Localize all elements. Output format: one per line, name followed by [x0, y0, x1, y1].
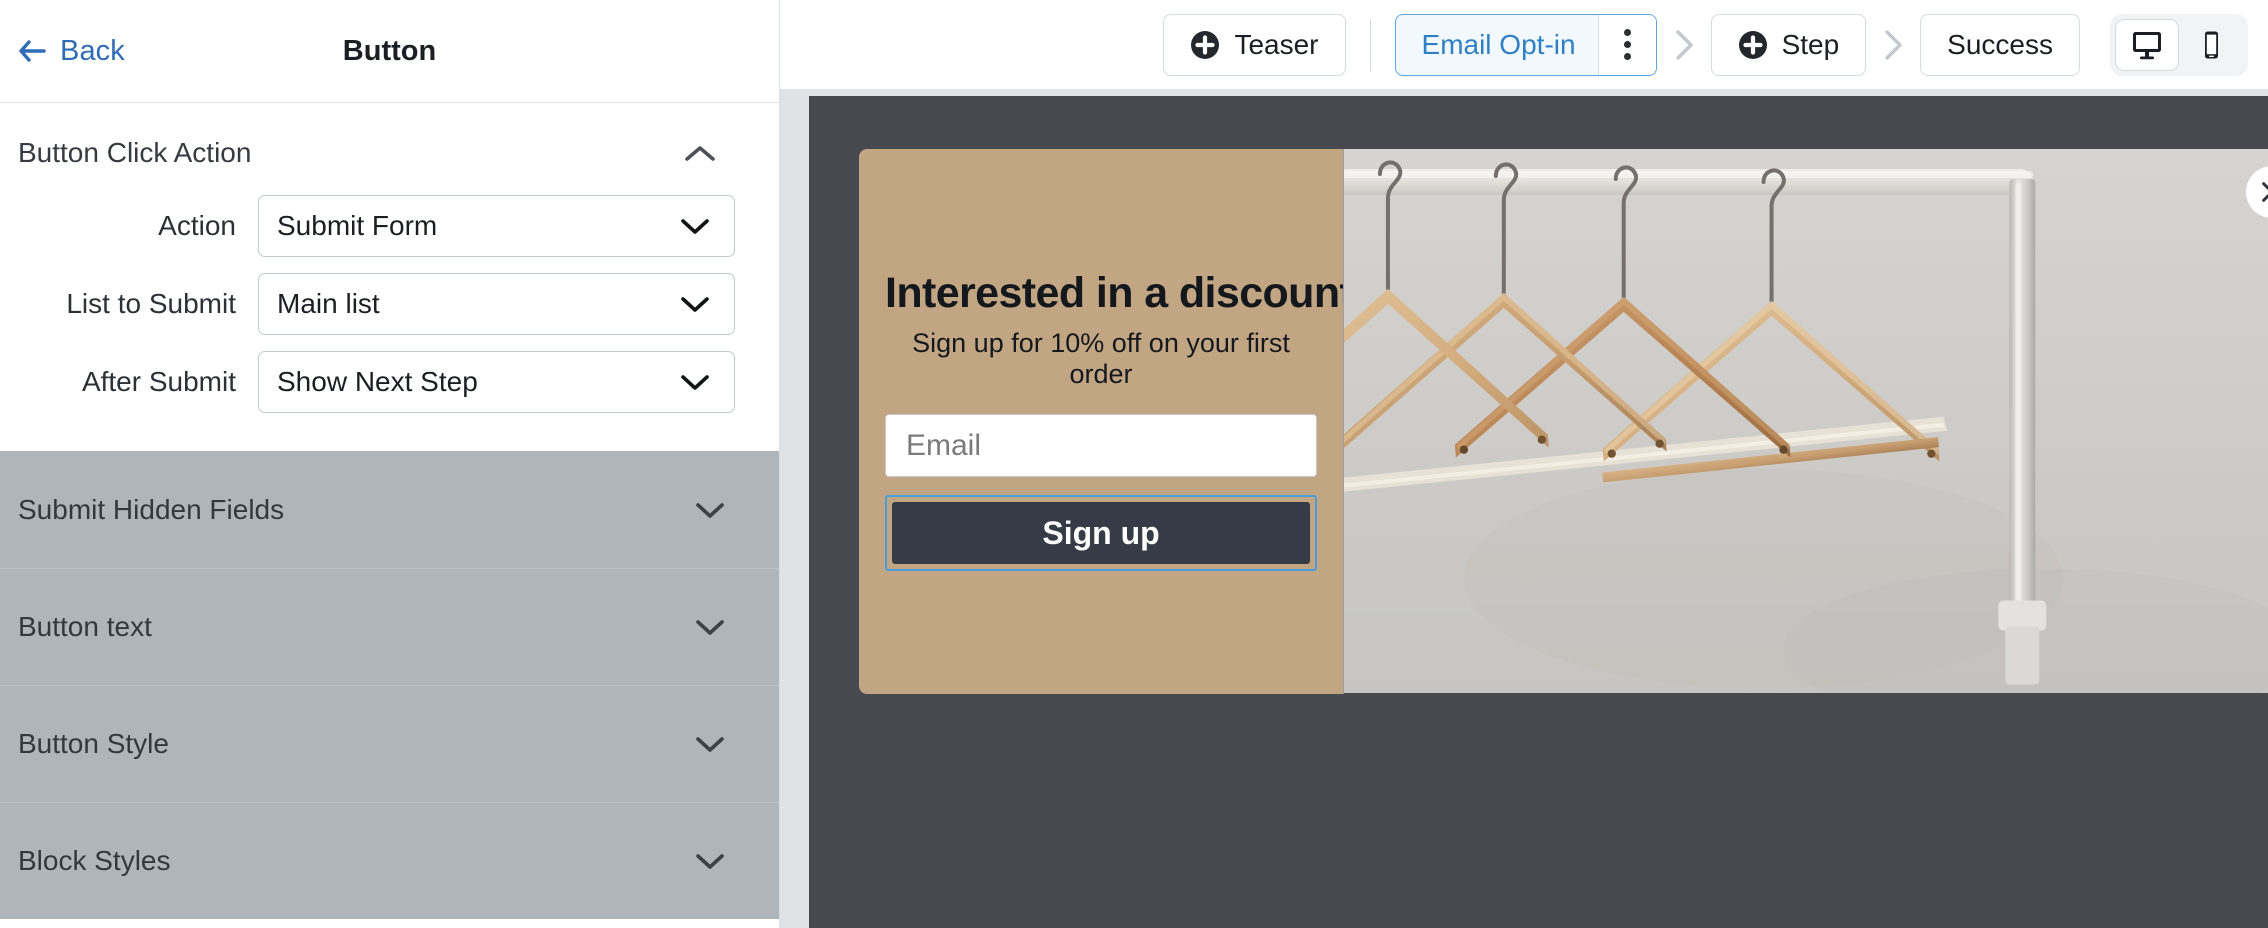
teaser-label: Teaser	[1234, 28, 1319, 60]
action-select[interactable]: Submit Form	[258, 195, 735, 257]
action-select-value: Submit Form	[277, 210, 438, 241]
back-label: Back	[60, 34, 125, 67]
signup-button[interactable]: Sign up	[892, 502, 1310, 564]
signup-button-selection-outline: Sign up	[885, 495, 1317, 571]
teaser-button[interactable]: Teaser	[1163, 13, 1346, 76]
email-input[interactable]: Email	[885, 414, 1317, 477]
chevron-right-icon	[1880, 28, 1906, 62]
chevron-down-icon	[678, 216, 712, 236]
hangers-photo	[1344, 149, 2268, 694]
device-toggle	[2110, 13, 2248, 76]
back-button[interactable]: Back	[16, 35, 125, 68]
editor-pane: Teaser Email Opt-in Step Success Interes…	[780, 0, 2268, 928]
section-button-style[interactable]: Button Style	[0, 685, 779, 802]
section-button-text[interactable]: Button text	[0, 568, 779, 685]
field-action: Action Submit Form	[0, 187, 779, 265]
step-email-opt-in[interactable]: Email Opt-in	[1394, 13, 1657, 76]
close-icon	[2262, 182, 2268, 202]
section-button-click-action-header[interactable]: Button Click Action	[0, 103, 779, 187]
section-label: Button Style	[18, 728, 169, 759]
list-to-submit-select[interactable]: Main list	[258, 273, 735, 335]
modal-headline: Interested in a discount? 👀	[885, 269, 1444, 317]
settings-sidebar: Back Button Button Click Action Action S…	[0, 0, 780, 928]
preview-canvas: Interested in a discount? 👀 Sign up for …	[780, 89, 2268, 928]
chevron-right-icon	[1671, 28, 1697, 62]
side-image-block[interactable]: Side Image	[1343, 149, 2268, 694]
list-to-submit-select-value: Main list	[277, 288, 380, 319]
preview-overlay: Interested in a discount? 👀 Sign up for …	[809, 96, 2268, 928]
step-success[interactable]: Success	[1920, 13, 2080, 76]
device-desktop-button[interactable]	[2115, 18, 2179, 71]
field-action-label: Action	[158, 210, 236, 241]
plus-circle-icon	[1190, 30, 1220, 60]
sidebar-header: Back Button	[0, 0, 779, 103]
step-success-label: Success	[1947, 28, 2053, 60]
section-button-click-action: Button Click Action Action Submit Form L…	[0, 103, 779, 451]
section-title: Button Click Action	[18, 137, 252, 168]
popup-modal: Interested in a discount? 👀 Sign up for …	[859, 149, 2268, 694]
plus-circle-icon	[1738, 30, 1768, 60]
toolbar-divider	[1369, 18, 1371, 71]
step-email-opt-in-label: Email Opt-in	[1421, 28, 1576, 60]
section-label: Block Styles	[18, 845, 171, 876]
arrow-left-icon	[16, 36, 46, 66]
after-submit-select[interactable]: Show Next Step	[258, 351, 735, 413]
chevron-down-icon	[693, 851, 727, 871]
chevron-down-icon	[693, 500, 727, 520]
field-list-to-submit: List to Submit Main list	[0, 265, 779, 343]
add-step-button[interactable]: Step	[1710, 13, 1867, 76]
chevron-down-icon	[678, 294, 712, 314]
section-block-styles[interactable]: Block Styles	[0, 802, 779, 919]
editor-toolbar: Teaser Email Opt-in Step Success	[780, 0, 2268, 89]
step-options-kebab-icon[interactable]	[1597, 14, 1656, 75]
add-step-label: Step	[1781, 28, 1840, 60]
chevron-down-icon	[693, 617, 727, 637]
signup-button-label: Sign up	[1042, 514, 1160, 551]
collapsed-sections: Submit Hidden Fields Button text Button …	[0, 451, 779, 919]
chevron-up-icon	[683, 143, 717, 163]
chevron-down-icon	[678, 372, 712, 392]
sidebar-body: Button Click Action Action Submit Form L…	[0, 103, 779, 928]
section-submit-hidden-fields[interactable]: Submit Hidden Fields	[0, 451, 779, 568]
chevron-down-icon	[693, 734, 727, 754]
section-label: Button text	[18, 611, 152, 642]
modal-content-column: Interested in a discount? 👀 Sign up for …	[859, 149, 1444, 694]
modal-subheadline: Sign up for 10% off on your first order	[912, 328, 1290, 389]
field-after-submit: After Submit Show Next Step	[0, 343, 779, 421]
field-list-to-submit-label: List to Submit	[66, 288, 236, 319]
after-submit-select-value: Show Next Step	[277, 366, 478, 397]
app-root: Back Button Button Click Action Action S…	[0, 0, 2268, 928]
section-label: Submit Hidden Fields	[18, 493, 285, 525]
field-after-submit-label: After Submit	[81, 366, 236, 397]
email-input-placeholder: Email	[906, 428, 982, 462]
device-mobile-button[interactable]	[2179, 19, 2243, 71]
